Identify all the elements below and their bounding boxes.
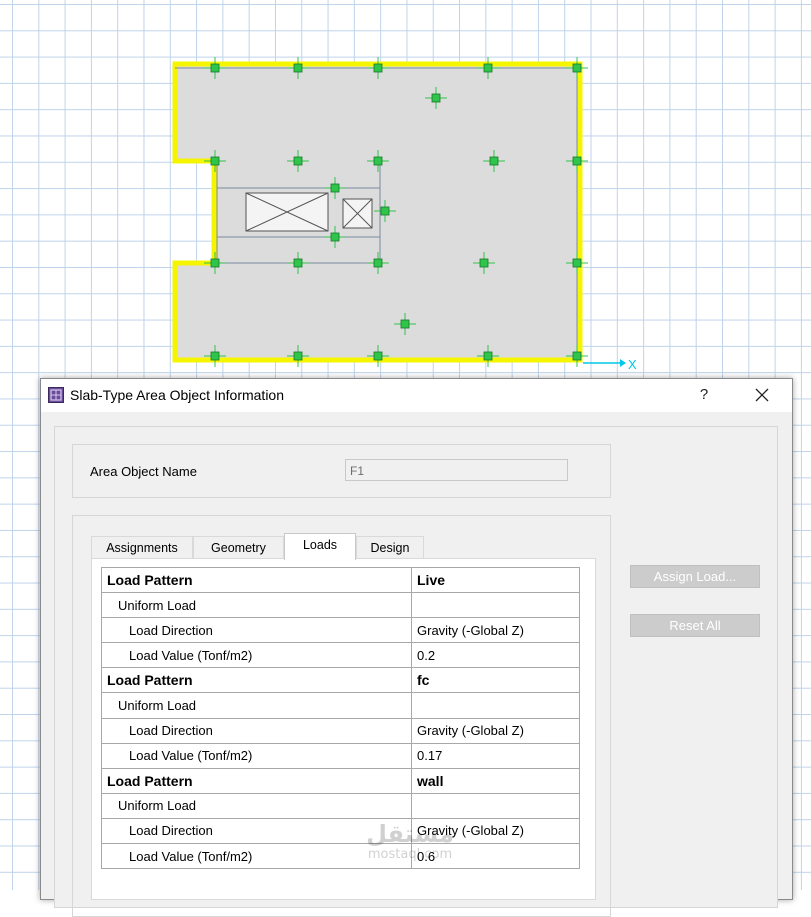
reset-all-button[interactable]: Reset All [630,614,760,637]
grid-cell-label: Uniform Load [101,792,412,819]
grid-cell-label: Uniform Load [101,692,412,719]
etabs-app-icon [48,387,64,403]
grid-cell-value[interactable]: 0.6 [411,843,580,870]
grid-cell-label: Load Pattern [101,667,412,694]
grid-row[interactable]: Load Value (Tonf/m2) 0.2 [101,642,580,669]
tab-loads[interactable]: Loads [284,533,356,560]
dialog-titlebar[interactable]: Slab-Type Area Object Information ? [41,379,792,412]
x-axis-arrowhead [620,359,626,367]
grid-row[interactable]: Load Pattern Live [101,566,580,594]
slab-area[interactable] [172,61,583,363]
grid-cell-value[interactable]: Live [411,566,580,594]
grid-row[interactable]: Load Value (Tonf/m2) 0.17 [101,742,580,769]
grid-row[interactable]: Uniform Load [101,792,580,819]
grid-cell-value[interactable]: Gravity (-Global Z) [411,617,580,644]
grid-cell-value[interactable] [411,792,580,819]
grid-row[interactable]: Load Direction Gravity (-Global Z) [101,717,580,744]
x-axis-label: X [628,357,637,372]
grid-cell-value[interactable]: Gravity (-Global Z) [411,717,580,744]
grid-cell-label: Load Pattern [101,767,412,794]
grid-cell-value[interactable]: 0.17 [411,742,580,769]
area-object-name-field[interactable]: F1 [345,459,568,481]
grid-row[interactable]: Load Direction Gravity (-Global Z) [101,817,580,845]
assign-load-button[interactable]: Assign Load... [630,565,760,588]
grid-cell-label: Load Value (Tonf/m2) [101,642,412,669]
stair-opening[interactable] [245,192,329,232]
close-button[interactable] [741,381,783,409]
help-button[interactable]: ? [691,384,717,408]
grid-row[interactable]: Load Pattern wall [101,767,580,794]
grid-cell-label: Load Value (Tonf/m2) [101,843,412,870]
tab-assignments[interactable]: Assignments [91,536,193,558]
grid-cell-label: Load Direction [101,817,412,845]
grid-cell-value[interactable]: Gravity (-Global Z) [411,817,580,845]
grid-cell-value[interactable]: fc [411,667,580,694]
area-object-name-label: Area Object Name [90,464,197,479]
shaft-opening[interactable] [342,198,373,229]
grid-row[interactable]: Uniform Load [101,592,580,619]
tab-design[interactable]: Design [356,536,424,558]
grid-row[interactable]: Load Value (Tonf/m2) 0.6 [101,843,580,870]
grid-cell-value[interactable] [411,592,580,619]
grid-cell-value[interactable] [411,692,580,719]
tab-geometry[interactable]: Geometry [193,536,284,558]
dialog-title: Slab-Type Area Object Information [70,387,284,403]
grid-cell-label: Uniform Load [101,592,412,619]
grid-cell-label: Load Pattern [101,566,412,594]
grid-cell-label: Load Direction [101,617,412,644]
grid-cell-label: Load Direction [101,717,412,744]
close-icon [755,388,769,402]
grid-row[interactable]: Load Pattern fc [101,667,580,694]
loads-grid[interactable]: Load Pattern Live Uniform Load Load Directi… [101,566,580,870]
grid-cell-value[interactable]: wall [411,767,580,794]
slab-area-info-dialog: Slab-Type Area Object Information ? Area… [40,378,793,917]
slab-plan-view[interactable]: X [0,0,811,380]
grid-row[interactable]: Uniform Load [101,692,580,719]
grid-cell-label: Load Value (Tonf/m2) [101,742,412,769]
grid-row[interactable]: Load Direction Gravity (-Global Z) [101,617,580,644]
grid-cell-value[interactable]: 0.2 [411,642,580,669]
